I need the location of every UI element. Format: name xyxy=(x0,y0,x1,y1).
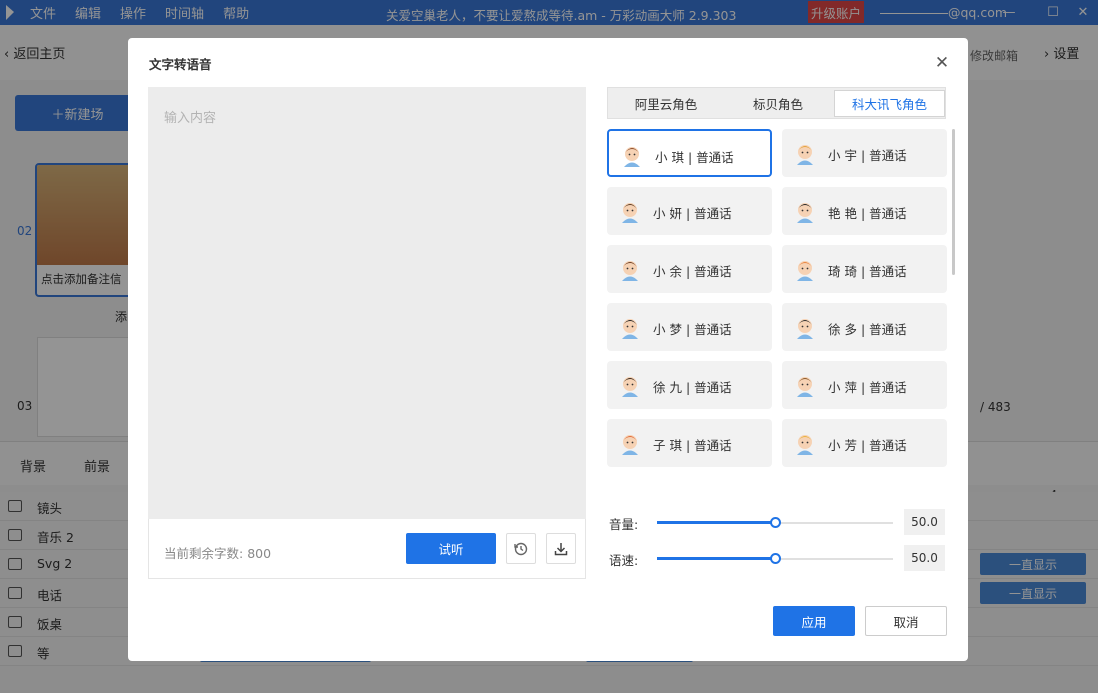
voice-label: 小 余 | 普通话 xyxy=(653,264,732,279)
cancel-button[interactable]: 取消 xyxy=(865,606,947,636)
speed-handle[interactable] xyxy=(769,553,781,564)
voice-card[interactable]: 小 萍 | 普通话 xyxy=(782,361,947,409)
tab-biaobei[interactable]: 标贝角色 xyxy=(722,90,834,117)
voice-card[interactable]: 徐 九 | 普通话 xyxy=(607,361,772,409)
avatar-icon xyxy=(624,147,640,167)
remaining-value: 800 xyxy=(247,546,272,561)
voice-label: 小 梦 | 普通话 xyxy=(653,322,732,337)
avatar-icon xyxy=(797,261,813,281)
voice-card[interactable]: 小 余 | 普通话 xyxy=(607,245,772,293)
voice-label: 小 琪 | 普通话 xyxy=(655,150,734,165)
voice-card[interactable]: 小 宇 | 普通话 xyxy=(782,129,947,177)
voice-list: 小 琪 | 普通话 小 宇 | 普通话小 妍 | 普通话 艳 艳 | 普通话小 余 … xyxy=(607,129,947,499)
remaining-label: 当前剩余字数: xyxy=(164,546,244,561)
avatar-icon xyxy=(622,435,638,455)
voice-label: 小 妍 | 普通话 xyxy=(653,206,732,221)
tab-aliyun[interactable]: 阿里云角色 xyxy=(610,90,722,117)
voice-label: 艳 艳 | 普通话 xyxy=(828,206,907,221)
history-icon[interactable] xyxy=(506,533,536,564)
voice-card[interactable]: 小 梦 | 普通话 xyxy=(607,303,772,351)
voice-label: 徐 九 | 普通话 xyxy=(653,380,732,395)
voice-list-scrollbar[interactable] xyxy=(952,129,955,275)
close-icon[interactable]: ✕ xyxy=(933,53,951,73)
avatar-icon xyxy=(622,319,638,339)
avatar-icon xyxy=(797,203,813,223)
voice-label: 徐 多 | 普通话 xyxy=(828,322,907,337)
volume-slider: 音量: 50.0 xyxy=(607,509,947,535)
voice-card[interactable]: 琦 琦 | 普通话 xyxy=(782,245,947,293)
avatar-icon xyxy=(797,435,813,455)
voice-label: 子 琪 | 普通话 xyxy=(653,438,732,453)
dialog-title: 文字转语音 xyxy=(149,57,212,72)
voice-card[interactable]: 小 妍 | 普通话 xyxy=(607,187,772,235)
voice-card[interactable]: 徐 多 | 普通话 xyxy=(782,303,947,351)
voice-label: 琦 琦 | 普通话 xyxy=(828,264,907,279)
avatar-icon xyxy=(622,377,638,397)
download-icon[interactable] xyxy=(546,533,576,564)
voice-card[interactable]: 艳 艳 | 普通话 xyxy=(782,187,947,235)
voice-card[interactable]: 小 芳 | 普通话 xyxy=(782,419,947,467)
speed-slider: 语速: 50.0 xyxy=(607,545,947,571)
text-input[interactable] xyxy=(148,87,586,519)
volume-handle[interactable] xyxy=(769,517,781,528)
voice-provider-tabs: 阿里云角色 标贝角色 科大讯飞角色 xyxy=(607,87,946,119)
text-footer: 当前剩余字数: 800 试听 xyxy=(148,519,586,579)
speed-value[interactable]: 50.0 xyxy=(904,545,945,571)
speed-label: 语速: xyxy=(609,553,639,568)
text-to-speech-dialog: 文字转语音 ✕ 当前剩余字数: 800 试听 阿里云角色 标贝角色 科大讯飞角色… xyxy=(128,38,968,661)
voice-card[interactable]: 子 琪 | 普通话 xyxy=(607,419,772,467)
volume-fill xyxy=(657,521,775,524)
tab-iflytek[interactable]: 科大讯飞角色 xyxy=(834,90,945,117)
apply-button[interactable]: 应用 xyxy=(773,606,855,636)
avatar-icon xyxy=(622,261,638,281)
voice-label: 小 宇 | 普通话 xyxy=(828,148,907,163)
avatar-icon xyxy=(797,377,813,397)
voice-label: 小 芳 | 普通话 xyxy=(828,438,907,453)
avatar-icon xyxy=(622,203,638,223)
remaining-chars: 当前剩余字数: 800 xyxy=(164,543,271,562)
voice-card[interactable]: 小 琪 | 普通话 xyxy=(607,129,772,177)
speed-fill xyxy=(657,557,775,560)
avatar-icon xyxy=(797,319,813,339)
volume-label: 音量: xyxy=(609,517,639,532)
preview-button[interactable]: 试听 xyxy=(406,533,496,564)
voice-label: 小 萍 | 普通话 xyxy=(828,380,907,395)
avatar-icon xyxy=(797,145,813,165)
volume-value[interactable]: 50.0 xyxy=(904,509,945,535)
